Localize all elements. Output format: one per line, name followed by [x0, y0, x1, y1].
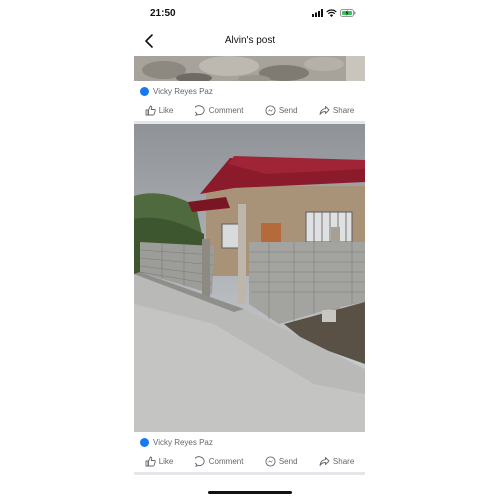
- comment-icon: [194, 104, 205, 116]
- like-label: Like: [158, 105, 174, 115]
- post-author-name[interactable]: Vicky Reyes Paz: [153, 438, 213, 447]
- status-time: 21:50: [150, 8, 176, 19]
- post-author-row[interactable]: Vicky Reyes Paz: [140, 84, 213, 98]
- like-button[interactable]: Like: [145, 105, 174, 116]
- post-action-bar: Like Comment Send Share: [134, 451, 365, 471]
- comment-label: Comment: [208, 456, 244, 466]
- wifi-icon: [326, 9, 337, 17]
- share-icon: [319, 105, 330, 115]
- battery-charging-icon: [340, 9, 356, 17]
- comment-icon: [194, 455, 205, 467]
- verified-icon: [140, 437, 149, 447]
- send-label: Send: [278, 105, 298, 115]
- post-photo-house[interactable]: [134, 124, 365, 432]
- navigation-bar: Alvin's post: [134, 30, 366, 52]
- post-divider: [134, 472, 365, 475]
- like-label: Like: [158, 456, 174, 466]
- like-icon: [145, 456, 156, 466]
- like-button[interactable]: Like: [145, 456, 174, 467]
- messenger-icon: [265, 104, 276, 116]
- post-photo-rocks[interactable]: [134, 56, 365, 81]
- page-title: Alvin's post: [224, 35, 276, 46]
- post-viewer-screen: 21:50 Alvin's post Vicky Reyes Paz Like …: [0, 0, 500, 500]
- comment-label: Comment: [208, 105, 244, 115]
- messenger-icon: [265, 455, 276, 467]
- send-button[interactable]: Send: [265, 455, 298, 467]
- post-author-name[interactable]: Vicky Reyes Paz: [153, 87, 213, 96]
- send-button[interactable]: Send: [265, 104, 298, 116]
- send-label: Send: [278, 456, 298, 466]
- post-author-row[interactable]: Vicky Reyes Paz: [140, 435, 213, 449]
- like-icon: [145, 105, 156, 115]
- share-button[interactable]: Share: [319, 105, 354, 116]
- share-label: Share: [332, 456, 355, 466]
- signal-icon: [312, 9, 323, 17]
- share-icon: [319, 456, 330, 466]
- post-action-bar: Like Comment Send Share: [134, 100, 365, 120]
- home-indicator[interactable]: [208, 491, 292, 494]
- verified-icon: [140, 86, 149, 96]
- share-label: Share: [332, 105, 355, 115]
- status-icons: [312, 9, 356, 17]
- comment-button[interactable]: Comment: [194, 455, 244, 467]
- comment-button[interactable]: Comment: [194, 104, 244, 116]
- share-button[interactable]: Share: [319, 456, 354, 467]
- status-bar: 21:50: [134, 6, 366, 22]
